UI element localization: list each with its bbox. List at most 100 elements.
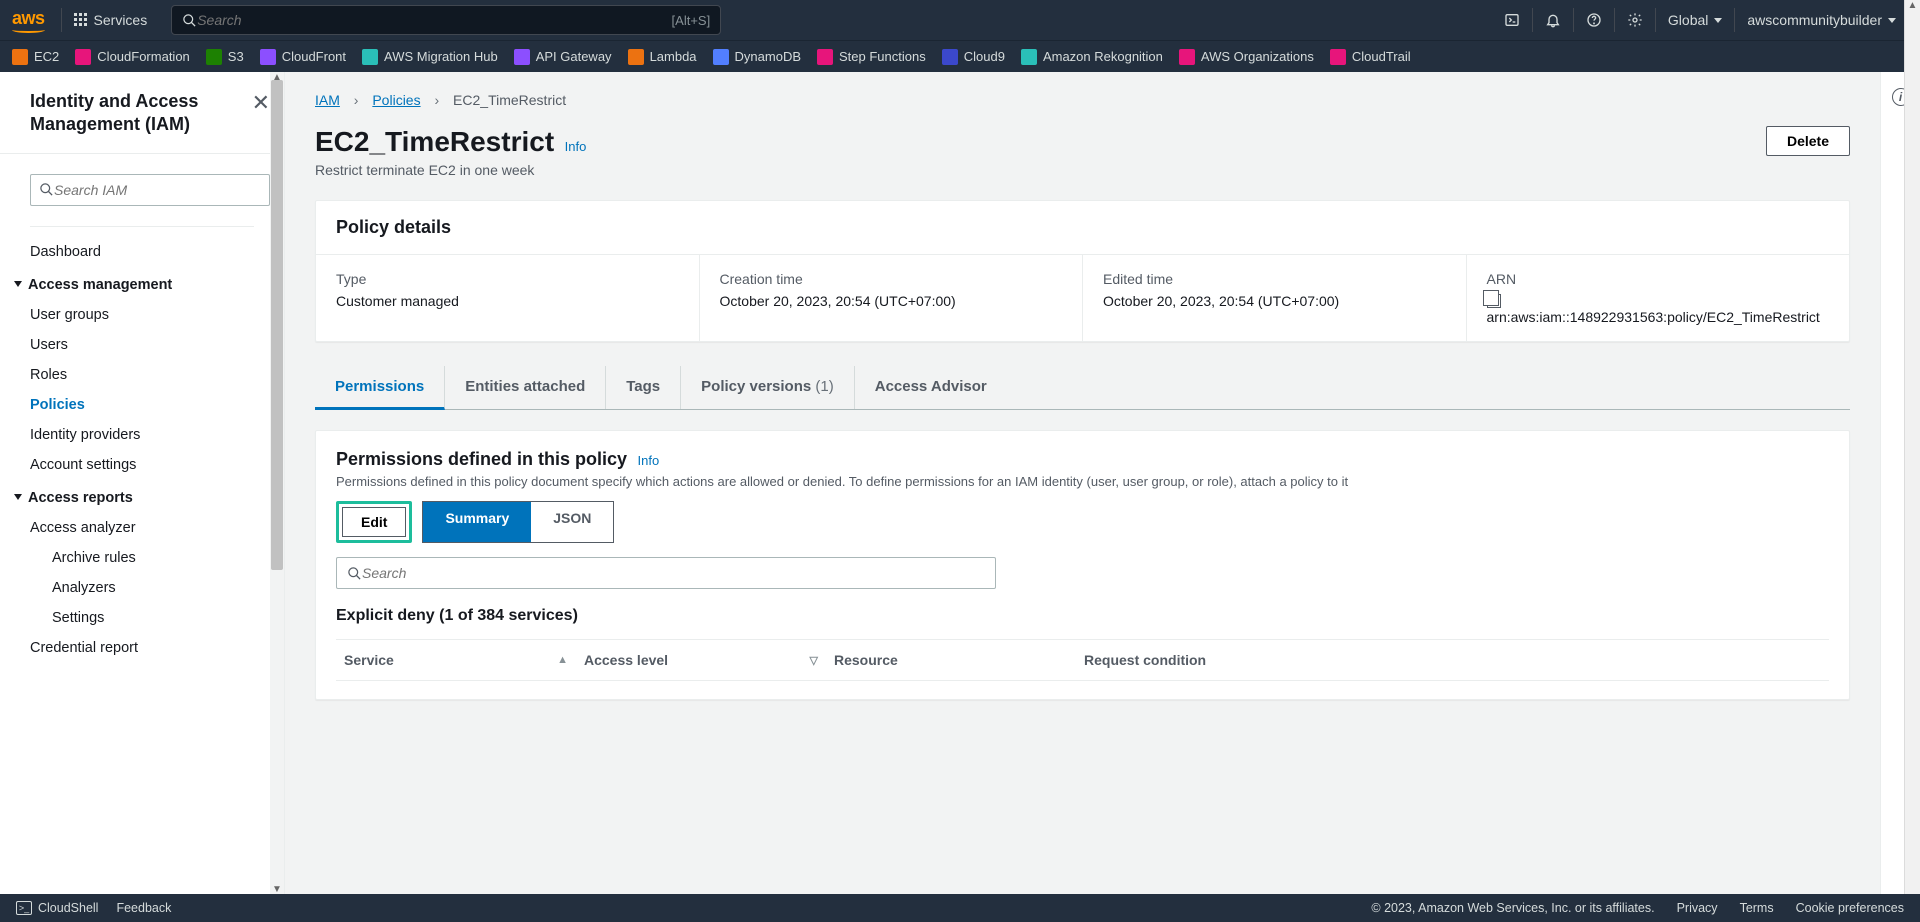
sidebar-scrollbar[interactable]: ▲ ▼ (270, 72, 284, 894)
sidebar-item-policies[interactable]: Policies (0, 390, 284, 420)
caret-down-icon (1888, 18, 1896, 23)
th-service[interactable]: Service ▲ (336, 640, 576, 680)
region-selector[interactable]: Global (1655, 8, 1734, 32)
th-access-level[interactable]: Access level▽ (576, 640, 826, 680)
arn-text: arn:aws:iam::148922931563:policy/EC2_Tim… (1487, 309, 1820, 325)
tab-versions[interactable]: Policy versions (1) (681, 366, 855, 409)
help-button[interactable] (1573, 8, 1614, 32)
gear-icon (1627, 12, 1643, 28)
global-search-input[interactable] (197, 12, 671, 28)
footer-privacy[interactable]: Privacy (1677, 901, 1718, 915)
breadcrumb-policies[interactable]: Policies (372, 92, 420, 108)
sidebar-search (30, 174, 270, 206)
page-description: Restrict terminate EC2 in one week (315, 162, 586, 178)
service-shortcut[interactable]: DynamoDB (713, 49, 801, 65)
service-label: CloudFormation (97, 49, 190, 64)
footer-cookies[interactable]: Cookie preferences (1796, 901, 1904, 915)
service-shortcut[interactable]: AWS Migration Hub (362, 49, 498, 65)
breadcrumb-iam[interactable]: IAM (315, 92, 340, 108)
permissions-filter-input[interactable] (362, 565, 985, 581)
service-shortcut[interactable]: CloudFormation (75, 49, 190, 65)
sidebar-item-access-analyzer[interactable]: Access analyzer (0, 513, 284, 543)
service-shortcut[interactable]: AWS Organizations (1179, 49, 1314, 65)
sidebar-search-box[interactable] (30, 174, 270, 206)
account-menu[interactable]: awscommunitybuilder (1734, 8, 1908, 32)
services-label: Services (94, 12, 148, 28)
footer-feedback[interactable]: Feedback (116, 901, 171, 915)
service-icon (75, 49, 91, 65)
footer-terms[interactable]: Terms (1740, 901, 1774, 915)
detail-value-created: October 20, 2023, 20:54 (UTC+07:00) (720, 293, 1063, 309)
service-shortcut[interactable]: CloudFront (260, 49, 346, 65)
chevron-right-icon: › (434, 92, 439, 108)
service-shortcut[interactable]: EC2 (12, 49, 59, 65)
scroll-thumb[interactable] (271, 80, 283, 570)
service-shortcut[interactable]: Step Functions (817, 49, 926, 65)
th-label: Service (344, 652, 394, 668)
caret-down-icon (14, 281, 22, 287)
info-link[interactable]: Info (565, 139, 587, 154)
service-shortcut-bar: EC2 CloudFormation S3 CloudFront AWS Migrati… (0, 40, 1920, 72)
th-condition[interactable]: Request condition (1076, 640, 1829, 680)
service-shortcut[interactable]: Amazon Rekognition (1021, 49, 1163, 65)
breadcrumb-current: EC2_TimeRestrict (453, 92, 566, 108)
footer-cloudshell[interactable]: CloudShell (38, 901, 98, 915)
service-shortcut[interactable]: S3 (206, 49, 244, 65)
service-shortcut[interactable]: CloudTrail (1330, 49, 1411, 65)
sort-icon[interactable]: ▲ (557, 654, 568, 666)
sidebar-item-account-settings[interactable]: Account settings (0, 450, 284, 480)
sort-icon[interactable]: ▽ (810, 654, 818, 667)
delete-button[interactable]: Delete (1766, 126, 1850, 156)
global-search[interactable]: [Alt+S] (171, 5, 721, 35)
notifications-button[interactable] (1532, 8, 1573, 32)
service-label: AWS Migration Hub (384, 49, 498, 64)
settings-button[interactable] (1614, 8, 1655, 32)
toggle-json[interactable]: JSON (531, 502, 613, 542)
th-label: Resource (834, 652, 898, 668)
service-shortcut[interactable]: Lambda (628, 49, 697, 65)
sidebar-item-settings[interactable]: Settings (0, 603, 284, 633)
sidebar-item-archive-rules[interactable]: Archive rules (0, 543, 284, 573)
service-icon (362, 49, 378, 65)
info-link[interactable]: Info (638, 453, 660, 468)
service-shortcut[interactable]: API Gateway (514, 49, 612, 65)
sidebar-dashboard[interactable]: Dashboard (0, 237, 284, 267)
sidebar-item-credential-report[interactable]: Credential report (0, 633, 284, 663)
th-resource[interactable]: Resource (826, 640, 1076, 680)
tab-label: Policy versions (701, 378, 815, 395)
help-icon (1586, 12, 1602, 28)
service-icon (628, 49, 644, 65)
tab-tags[interactable]: Tags (606, 366, 681, 409)
view-toggle: Summary JSON (422, 501, 614, 543)
copy-icon[interactable] (1487, 294, 1501, 308)
scroll-up-icon[interactable]: ▲ (1905, 0, 1920, 16)
caret-down-icon (1714, 18, 1722, 23)
permissions-filter[interactable] (336, 557, 996, 589)
services-menu[interactable]: Services (61, 8, 160, 32)
section-label: Access reports (28, 490, 133, 506)
section-label: Access management (28, 277, 172, 293)
sidebar: Identity and Access Management (IAM) ✕ D… (0, 72, 285, 894)
sidebar-item-users[interactable]: Users (0, 330, 284, 360)
service-label: API Gateway (536, 49, 612, 64)
scroll-down-icon[interactable]: ▼ (272, 884, 282, 894)
sidebar-item-roles[interactable]: Roles (0, 360, 284, 390)
close-sidebar-button[interactable]: ✕ (252, 72, 270, 116)
tab-permissions[interactable]: Permissions (315, 366, 445, 410)
tab-entities[interactable]: Entities attached (445, 366, 606, 409)
tab-access-advisor[interactable]: Access Advisor (855, 366, 1007, 409)
sidebar-item-user-groups[interactable]: User groups (0, 300, 284, 330)
cloudshell-toggle[interactable] (1492, 8, 1532, 32)
edit-button[interactable]: Edit (342, 507, 406, 537)
window-scrollbar[interactable]: ▲ ▼ (1904, 0, 1920, 922)
aws-logo[interactable]: aws (12, 8, 45, 33)
sidebar-item-analyzers[interactable]: Analyzers (0, 573, 284, 603)
breadcrumb: IAM › Policies › EC2_TimeRestrict (315, 92, 1850, 108)
sidebar-section-access-management[interactable]: Access management (0, 267, 284, 300)
sidebar-item-identity-providers[interactable]: Identity providers (0, 420, 284, 450)
service-shortcut[interactable]: Cloud9 (942, 49, 1005, 65)
sidebar-section-access-reports[interactable]: Access reports (0, 480, 284, 513)
toggle-summary[interactable]: Summary (423, 502, 531, 542)
service-icon (12, 49, 28, 65)
sidebar-search-input[interactable] (54, 182, 261, 198)
